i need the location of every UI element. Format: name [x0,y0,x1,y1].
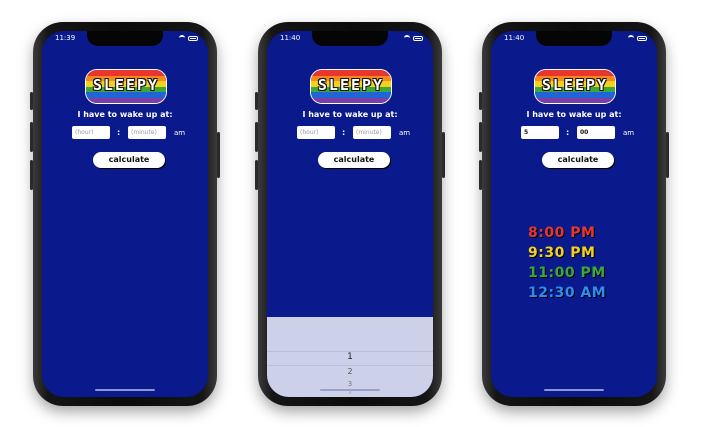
phone-frame-3: 11:40 SLEEPY I have to wake up at: 5 : 0… [479,22,669,406]
status-icons [179,35,198,42]
colon-separator: : [117,128,121,137]
colon-separator: : [566,128,570,137]
time-input-row: (hour) : (minute) am [72,126,192,140]
picker-option[interactable]: 2 [267,367,433,376]
wake-up-label: I have to wake up at: [302,110,398,119]
phone-frame-2: 11:40 SLEEPY I have to wake up at: (hour… [255,22,445,406]
wake-up-label: I have to wake up at: [77,110,173,119]
logo-text: SLEEPY [92,76,160,94]
app-screen-1: 11:39 SLEEPY I have to wake up at: (hour… [42,31,208,397]
hour-input[interactable]: (hour) [72,126,110,139]
notch [312,31,388,46]
battery-icon [637,36,647,41]
volume-down-button [30,160,33,190]
status-time: 11:39 [55,34,76,42]
colon-separator: : [342,128,346,137]
wifi-icon [179,35,185,42]
power-button [217,132,220,178]
volume-up-button [479,122,482,152]
wifi-icon [628,35,634,42]
silent-switch [255,92,258,110]
calculate-button[interactable]: calculate [93,152,165,168]
status-icons [404,35,423,42]
wifi-icon [404,35,410,42]
battery-icon [413,36,423,41]
am-label: am [399,129,411,137]
hour-input[interactable]: 5 [521,126,559,139]
status-icons [628,35,647,42]
app-screen-3: 11:40 SLEEPY I have to wake up at: 5 : 0… [491,31,657,397]
time-input-row: 5 : 00 am [521,126,641,140]
power-button [442,132,445,178]
power-button [666,132,669,178]
phone-frame-1: 11:39 SLEEPY I have to wake up at: (hour… [30,22,220,406]
calculate-button[interactable]: calculate [318,152,390,168]
logo-text: SLEEPY [317,76,385,94]
bedtime-result: 12:30 AM [528,285,607,301]
silent-switch [30,92,33,110]
picker-option[interactable]: 1 [267,352,433,362]
volume-down-button [255,160,258,190]
sleepy-logo: SLEEPY [534,69,616,104]
bedtime-result: 8:00 PM [528,225,596,241]
notch [87,31,163,46]
volume-up-button [30,122,33,152]
silent-switch [479,92,482,110]
sleepy-logo: SLEEPY [85,69,167,104]
bedtime-results: 8:00 PM 9:30 PM 11:00 PM 12:30 AM [528,223,606,303]
bedtime-result: 9:30 PM [528,245,596,261]
volume-up-button [255,122,258,152]
home-indicator[interactable] [320,389,380,391]
picker-option[interactable]: 3 [267,380,433,388]
time-input-row: (hour) : (minute) am [297,126,417,140]
am-label: am [174,129,186,137]
status-time: 11:40 [504,34,525,42]
minute-input[interactable]: (minute) [353,126,391,139]
picker-selection-bottom [267,365,433,366]
battery-icon [188,36,198,41]
bedtime-result: 11:00 PM [528,265,606,281]
volume-down-button [479,160,482,190]
number-picker[interactable]: 1 2 3 4 [267,317,433,397]
app-screen-2: 11:40 SLEEPY I have to wake up at: (hour… [267,31,433,397]
home-indicator[interactable] [95,389,155,391]
minute-input[interactable]: (minute) [128,126,166,139]
hour-input[interactable]: (hour) [297,126,335,139]
home-indicator[interactable] [544,389,604,391]
calculate-button[interactable]: calculate [542,152,614,168]
wake-up-label: I have to wake up at: [526,110,622,119]
status-time: 11:40 [280,34,301,42]
minute-input[interactable]: 00 [577,126,615,139]
am-label: am [623,129,635,137]
notch [536,31,612,46]
logo-text: SLEEPY [541,76,609,94]
sleepy-logo: SLEEPY [310,69,392,104]
